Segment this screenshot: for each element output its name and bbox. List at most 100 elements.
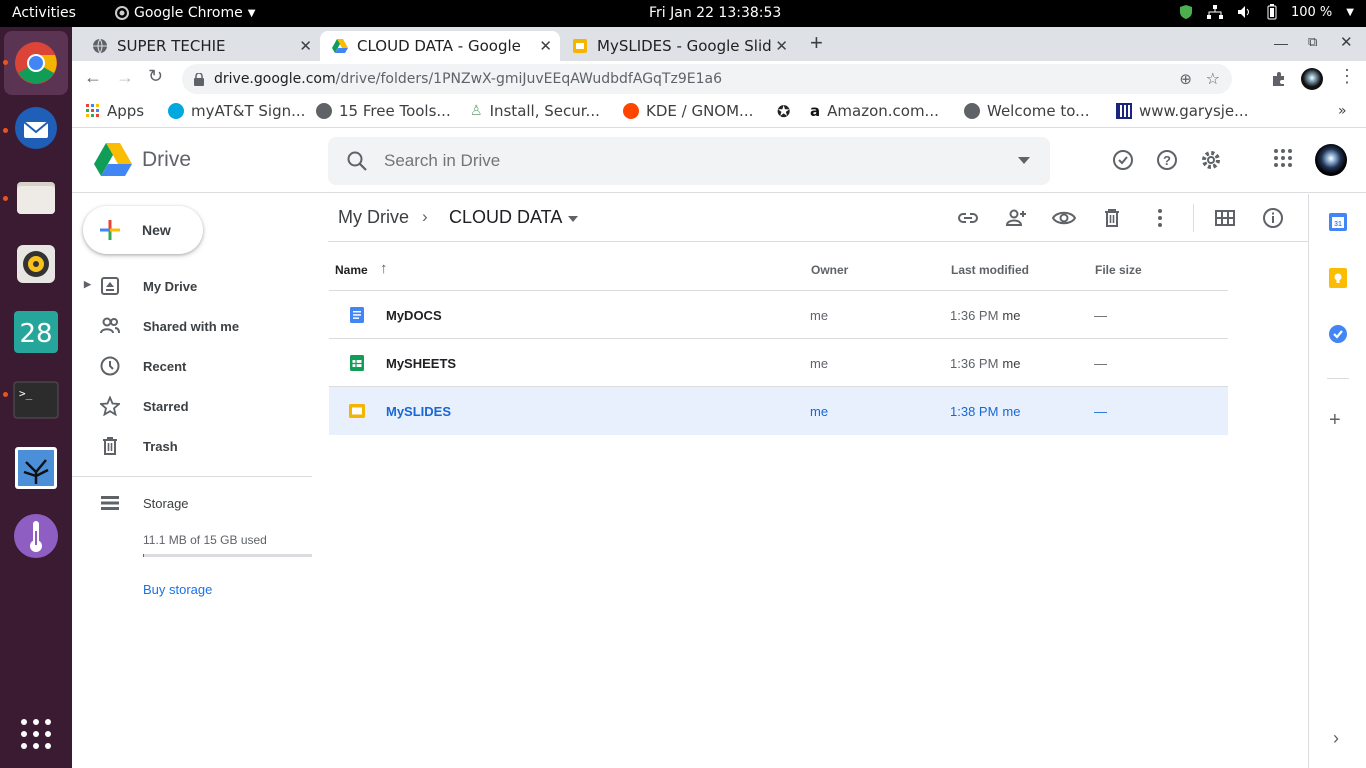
- back-button[interactable]: ←: [84, 67, 102, 88]
- tab-cloud-data[interactable]: CLOUD DATA - Google Drive ✕: [320, 31, 560, 61]
- drive-logo[interactable]: Drive: [94, 143, 191, 177]
- file-row-myslides[interactable]: MySLIDES me 1:38 PM me —: [329, 387, 1228, 435]
- bookmark-free-tools[interactable]: 15 Free Tools...: [316, 102, 451, 120]
- bookmark-install[interactable]: ♙ Install, Secur...: [470, 102, 600, 120]
- bookmark-welcome[interactable]: Welcome to...: [964, 102, 1089, 120]
- account-avatar[interactable]: [1315, 144, 1347, 176]
- modified-time: 1:38 PM: [950, 404, 999, 419]
- nav-my-drive[interactable]: ▶ My Drive: [72, 269, 312, 303]
- search-options-icon[interactable]: [1018, 157, 1030, 164]
- show-apps-button[interactable]: [13, 711, 59, 757]
- divider: [72, 476, 312, 477]
- chevron-down-icon: ▼: [1346, 6, 1354, 18]
- more-bookmarks-icon[interactable]: »: [1338, 103, 1347, 119]
- install-icon[interactable]: ⊕: [1179, 64, 1192, 94]
- minimize-button[interactable]: ―: [1274, 35, 1288, 51]
- bookmark-amazon[interactable]: a Amazon.com...: [810, 102, 939, 120]
- image-viewer-launcher[interactable]: [13, 445, 59, 491]
- plus-icon: [100, 220, 120, 240]
- delete-trash-icon[interactable]: [1100, 206, 1124, 230]
- folder-menu-arrow-icon[interactable]: [568, 216, 578, 222]
- file-name: MyDOCS: [386, 308, 442, 323]
- share-add-person-icon[interactable]: [1004, 206, 1028, 230]
- nav-shared-with-me[interactable]: Shared with me: [72, 309, 312, 343]
- close-window-button[interactable]: ✕: [1340, 33, 1353, 51]
- new-tab-button[interactable]: +: [810, 30, 823, 56]
- help-icon[interactable]: ?: [1156, 149, 1178, 171]
- calendar-icon[interactable]: 31: [1328, 212, 1348, 232]
- nav-starred[interactable]: Starred: [72, 389, 312, 423]
- system-tray[interactable]: 100 % ▼: [1179, 4, 1354, 20]
- tab-title: SUPER TECHIE: [117, 37, 226, 55]
- close-icon[interactable]: ✕: [775, 37, 788, 55]
- file-row-mysheets[interactable]: MySHEETS me 1:36 PM me —: [329, 339, 1228, 387]
- clock[interactable]: Fri Jan 22 13:38:53: [649, 5, 781, 21]
- terminal-icon: >_: [13, 381, 59, 419]
- bookmark-garysje[interactable]: www.garysje...: [1116, 102, 1248, 120]
- terminal-launcher[interactable]: >_: [13, 377, 59, 423]
- temperature-launcher[interactable]: [13, 513, 59, 559]
- extensions-icon[interactable]: [1271, 71, 1287, 87]
- preview-eye-icon[interactable]: [1052, 206, 1076, 230]
- files-launcher[interactable]: [13, 173, 59, 219]
- expand-arrow-icon[interactable]: ▶: [84, 279, 91, 290]
- close-icon[interactable]: ✕: [539, 37, 552, 55]
- tasks-icon[interactable]: [1328, 324, 1348, 344]
- breadcrumb-current[interactable]: CLOUD DATA: [449, 207, 562, 228]
- lock-icon: [194, 73, 204, 86]
- file-row-mydocs[interactable]: MyDOCS me 1:36 PM me —: [329, 291, 1228, 339]
- file-list-area: My Drive › CLOUD DATA Name ↑ Owner Last …: [328, 194, 1308, 768]
- close-icon[interactable]: ✕: [299, 37, 312, 55]
- address-bar[interactable]: drive.google.com/drive/folders/1PNZwX-gm…: [182, 64, 1232, 94]
- expand-panel-icon[interactable]: ›: [1333, 728, 1339, 749]
- breadcrumb-root[interactable]: My Drive: [338, 207, 409, 228]
- sort-arrow-up-icon[interactable]: ↑: [380, 260, 388, 277]
- thunderbird-launcher[interactable]: [13, 105, 59, 151]
- grid-view-icon[interactable]: [1213, 206, 1237, 230]
- modified-by: me: [1002, 356, 1021, 371]
- settings-gear-icon[interactable]: [1200, 149, 1222, 171]
- bookmark-apps[interactable]: Apps: [86, 102, 144, 120]
- menu-icon[interactable]: ⋮: [1338, 66, 1356, 87]
- calendar-launcher[interactable]: 28: [13, 309, 59, 355]
- keep-icon[interactable]: [1328, 268, 1348, 288]
- globe-icon: [93, 38, 107, 54]
- reload-button[interactable]: ↻: [148, 66, 163, 87]
- bookmarks-bar: Apps myAT&T Sign... 15 Free Tools... ♙ I…: [72, 97, 1366, 128]
- tab-super-techie[interactable]: SUPER TECHIE ✕: [80, 31, 320, 61]
- info-icon[interactable]: [1261, 206, 1285, 230]
- nav-storage[interactable]: Storage: [72, 486, 312, 520]
- more-actions-icon[interactable]: [1148, 206, 1172, 230]
- rhythmbox-launcher[interactable]: [13, 241, 59, 287]
- new-button[interactable]: New: [83, 206, 203, 254]
- column-header-name[interactable]: Name: [335, 263, 368, 277]
- bookmark-kde[interactable]: KDE / GNOM...: [623, 102, 753, 120]
- activities-button[interactable]: Activities: [12, 5, 76, 21]
- maximize-button[interactable]: ⧉: [1308, 34, 1317, 50]
- get-link-icon[interactable]: [956, 206, 980, 230]
- storage-bar: [143, 554, 312, 557]
- buy-storage-link[interactable]: Buy storage: [143, 582, 212, 597]
- search-icon[interactable]: [346, 150, 368, 172]
- slides-icon: [573, 39, 587, 53]
- nav-recent[interactable]: Recent: [72, 349, 312, 383]
- svg-text:>_: >_: [19, 387, 33, 400]
- search-input[interactable]: [384, 137, 984, 185]
- profile-avatar[interactable]: [1301, 68, 1323, 90]
- search-box[interactable]: [328, 137, 1050, 185]
- app-menu[interactable]: Google Chrome ▼: [115, 5, 255, 21]
- nav-trash[interactable]: Trash: [72, 429, 312, 463]
- forward-button[interactable]: →: [116, 67, 134, 88]
- bookmark-att[interactable]: myAT&T Sign...: [168, 102, 305, 120]
- star-icon[interactable]: ☆: [1206, 64, 1220, 94]
- star-badge-icon: ✪: [777, 102, 791, 121]
- add-addon-icon[interactable]: +: [1329, 409, 1341, 432]
- google-apps-icon[interactable]: [1274, 149, 1292, 167]
- offline-ready-icon[interactable]: [1112, 149, 1134, 171]
- bookmark-star[interactable]: ✪: [777, 102, 790, 121]
- drive-page: Drive ? New ▶ My Drive Shared with me Re: [72, 129, 1366, 768]
- tab-myslides[interactable]: MySLIDES - Google Slides ✕: [560, 31, 796, 61]
- globe-icon: [316, 103, 332, 119]
- column-header-modified[interactable]: Last modified: [951, 263, 1029, 277]
- chrome-launcher[interactable]: [4, 31, 68, 95]
